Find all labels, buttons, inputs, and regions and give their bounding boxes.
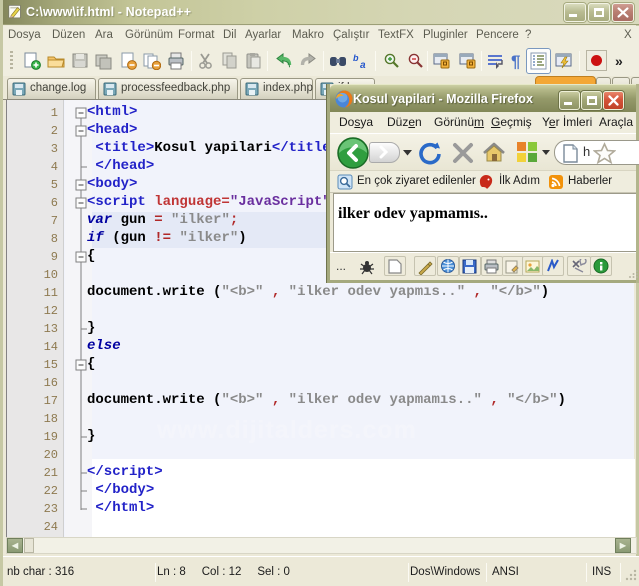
svg-text:a: a [360,60,366,70]
svg-text:¶: ¶ [511,52,520,70]
svg-text:b: b [353,53,359,63]
